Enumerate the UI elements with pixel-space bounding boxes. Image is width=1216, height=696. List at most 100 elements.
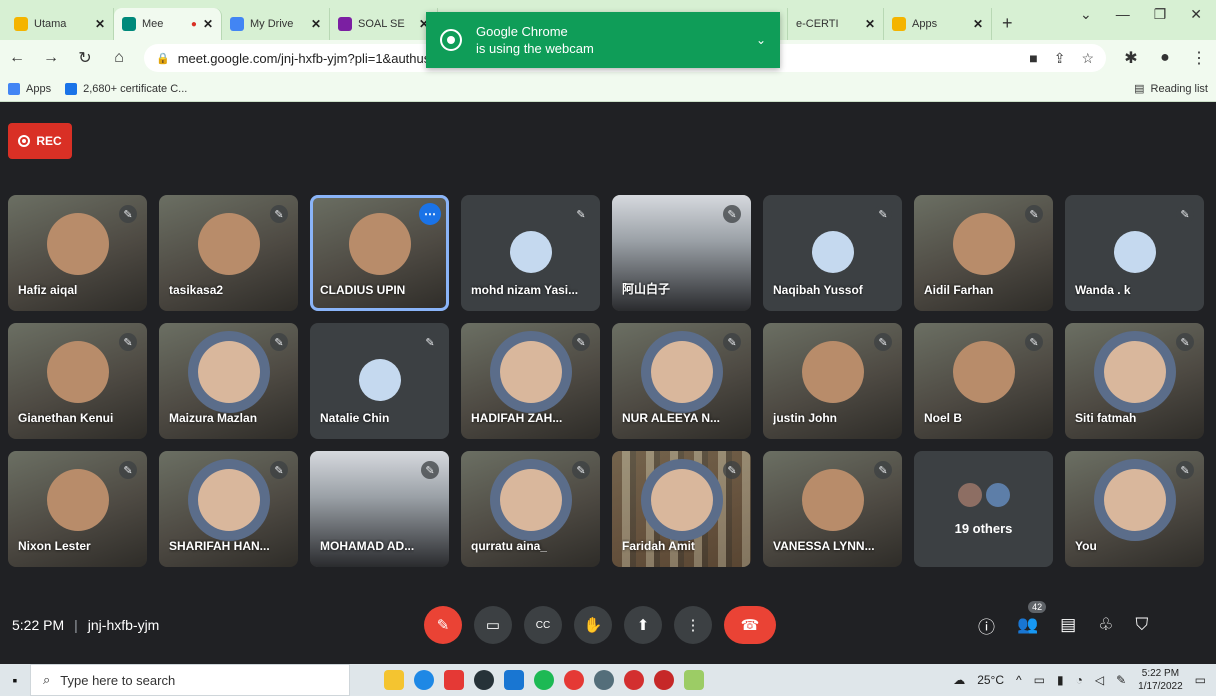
recording-badge[interactable]: REC bbox=[8, 123, 72, 159]
mic-muted-icon: ✎ bbox=[723, 333, 741, 351]
raise-hand-button[interactable]: ✋ bbox=[574, 606, 612, 644]
volume-icon[interactable]: ◁ bbox=[1095, 673, 1104, 687]
weather-icon[interactable]: ☁ bbox=[953, 673, 965, 687]
participant-tile[interactable]: HADIFAH ZAH... ✎ bbox=[461, 323, 600, 439]
back-arrow-icon[interactable]: ← bbox=[8, 49, 26, 67]
participant-tile[interactable]: tasikasa2 ✎ bbox=[159, 195, 298, 311]
participant-tile[interactable]: Aidil Farhan ✎ bbox=[914, 195, 1053, 311]
host-controls-icon[interactable]: ⛉ bbox=[1135, 615, 1148, 635]
system-clock[interactable]: 5:22 PM 1/17/2022 bbox=[1138, 667, 1183, 693]
participant-tile[interactable]: Gianethan Kenui ✎ bbox=[8, 323, 147, 439]
file-explorer-icon[interactable] bbox=[384, 670, 404, 690]
tab-search-icon[interactable]: ⌄ bbox=[1080, 6, 1092, 23]
temperature[interactable]: 25°C bbox=[977, 673, 1004, 687]
home-icon[interactable]: ⌂ bbox=[110, 49, 128, 67]
participant-tile[interactable]: 阿山白子 ✎ bbox=[612, 195, 751, 311]
participant-name: justin John bbox=[773, 411, 837, 425]
browser-tab-soal[interactable]: SOAL SE ✕ bbox=[330, 8, 438, 40]
mic-off-button[interactable]: ✎ bbox=[424, 606, 462, 644]
webcam-notification[interactable]: Google Chrome is using the webcam ⌄ bbox=[426, 12, 780, 68]
meeting-details-icon[interactable]: ⓘ bbox=[978, 613, 995, 638]
participant-tile[interactable]: justin John ✎ bbox=[763, 323, 902, 439]
activities-icon[interactable]: ♧ bbox=[1098, 615, 1113, 635]
participant-tile[interactable]: Nixon Lester ✎ bbox=[8, 451, 147, 567]
participant-tile[interactable]: mohd nizam Yasi... ✎ bbox=[461, 195, 600, 311]
share-icon[interactable]: ⇪ bbox=[1054, 50, 1066, 67]
participant-tile[interactable]: Noel B ✎ bbox=[914, 323, 1053, 439]
settings-gear-icon[interactable] bbox=[594, 670, 614, 690]
new-tab-button[interactable]: + bbox=[992, 13, 1023, 40]
restore-icon[interactable]: ❐ bbox=[1154, 6, 1167, 23]
chrome-profile-icon[interactable] bbox=[624, 670, 644, 690]
meeting-code[interactable]: jnj-hxfb-yjm bbox=[88, 617, 160, 633]
lock-icon[interactable]: 🔒 bbox=[156, 52, 170, 65]
notifications-icon[interactable]: ▭ bbox=[1195, 673, 1206, 687]
forward-arrow-icon[interactable]: → bbox=[42, 49, 60, 67]
people-button[interactable]: 👥 42 bbox=[1017, 601, 1047, 635]
battery-icon[interactable]: ▭ bbox=[1034, 673, 1045, 687]
participant-tile[interactable]: Wanda . k ✎ bbox=[1065, 195, 1204, 311]
participant-tile[interactable]: Maizura Mazlan ✎ bbox=[159, 323, 298, 439]
camera-button[interactable]: ▭ bbox=[474, 606, 512, 644]
tab-close-icon[interactable]: ✕ bbox=[95, 17, 105, 31]
tab-close-icon[interactable]: ✕ bbox=[973, 17, 983, 31]
participant-face bbox=[650, 341, 713, 403]
participant-tile[interactable]: NUR ALEEYA N... ✎ bbox=[612, 323, 751, 439]
browser-tab-ecerti[interactable]: e-CERTI ✕ bbox=[788, 8, 884, 40]
chrome-profile-2-icon[interactable] bbox=[654, 670, 674, 690]
wifi-icon[interactable]: ◔ bbox=[1076, 673, 1083, 687]
chevron-down-icon[interactable]: ⌄ bbox=[756, 33, 766, 47]
paint-icon[interactable] bbox=[684, 670, 704, 690]
others-tile[interactable]: 19 others bbox=[914, 451, 1053, 567]
participant-tile[interactable]: Faridah Amit ✎ bbox=[612, 451, 751, 567]
bookmark-star-icon[interactable]: ☆ bbox=[1081, 50, 1094, 67]
pen-icon[interactable]: ✎ bbox=[1116, 673, 1126, 687]
url-text[interactable]: meet.google.com/jnj-hxfb-yjm?pli=1&authu… bbox=[178, 51, 442, 66]
browser-tab-meet[interactable]: Mee ● ✕ bbox=[114, 8, 222, 40]
participant-tile[interactable]: VANESSA LYNN... ✎ bbox=[763, 451, 902, 567]
browser-tab-drive[interactable]: My Drive ✕ bbox=[222, 8, 330, 40]
participant-tile[interactable]: Hafiz aiqal ✎ bbox=[8, 195, 147, 311]
tab-close-icon[interactable]: ✕ bbox=[865, 17, 875, 31]
chevron-up-icon[interactable]: ^ bbox=[1016, 673, 1022, 687]
close-window-icon[interactable]: ✕ bbox=[1190, 6, 1202, 23]
tab-close-icon[interactable]: ✕ bbox=[311, 17, 321, 31]
acrobat-icon[interactable] bbox=[444, 670, 464, 690]
tab-close-icon[interactable]: ✕ bbox=[203, 17, 213, 31]
taskbar-search[interactable]: ⌕ Type here to search bbox=[30, 664, 350, 696]
bookmark-certificate[interactable]: 2,680+ certificate C... bbox=[65, 82, 187, 95]
profile-avatar[interactable]: ● bbox=[1156, 49, 1174, 67]
reload-icon[interactable]: ↻ bbox=[76, 48, 94, 68]
participant-tile[interactable]: Naqibah Yussof ✎ bbox=[763, 195, 902, 311]
participant-tile[interactable]: MOHAMAD AD... ✎ bbox=[310, 451, 449, 567]
spotify-icon[interactable] bbox=[534, 670, 554, 690]
participant-tile[interactable]: qurratu aina_ ✎ bbox=[461, 451, 600, 567]
edge-icon[interactable] bbox=[414, 670, 434, 690]
participant-tile[interactable]: Natalie Chin ✎ bbox=[310, 323, 449, 439]
chat-icon[interactable]: ▤ bbox=[1060, 615, 1076, 635]
bookmark-apps[interactable]: Apps bbox=[8, 82, 51, 95]
browser-tab-utama[interactable]: Utama ✕ bbox=[6, 8, 114, 40]
minimize-icon[interactable]: — bbox=[1116, 6, 1130, 23]
participant-tile[interactable]: CLADIUS UPIN ⋯ bbox=[310, 195, 449, 311]
leave-call-button[interactable]: ☎ bbox=[724, 606, 776, 644]
extensions-icon[interactable]: ✱ bbox=[1122, 48, 1140, 68]
camera-indicator-icon[interactable]: ■ bbox=[1029, 50, 1037, 67]
app-icon[interactable] bbox=[474, 670, 494, 690]
more-options-icon[interactable]: ⋯ bbox=[419, 203, 441, 225]
chrome-icon[interactable] bbox=[564, 670, 584, 690]
participant-tile[interactable]: You ✎ bbox=[1065, 451, 1204, 567]
app-l-icon[interactable] bbox=[504, 670, 524, 690]
more-options-button[interactable]: ⋮ bbox=[674, 606, 712, 644]
captions-button[interactable]: CC bbox=[524, 606, 562, 644]
participant-name: Wanda . k bbox=[1075, 283, 1131, 297]
participant-tile[interactable]: SHARIFAH HAN... ✎ bbox=[159, 451, 298, 567]
mic-tray-icon[interactable]: ▮ bbox=[1057, 673, 1064, 687]
browser-tab-apps[interactable]: Apps ✕ bbox=[884, 8, 992, 40]
reading-list-button[interactable]: ▤ Reading list bbox=[1134, 82, 1208, 96]
windows-start-icon[interactable]: ▪ bbox=[0, 672, 30, 688]
present-button[interactable]: ⬆ bbox=[624, 606, 662, 644]
chrome-menu-icon[interactable]: ⋮ bbox=[1190, 48, 1208, 68]
search-placeholder[interactable]: Type here to search bbox=[60, 673, 175, 688]
participant-tile[interactable]: Siti fatmah ✎ bbox=[1065, 323, 1204, 439]
